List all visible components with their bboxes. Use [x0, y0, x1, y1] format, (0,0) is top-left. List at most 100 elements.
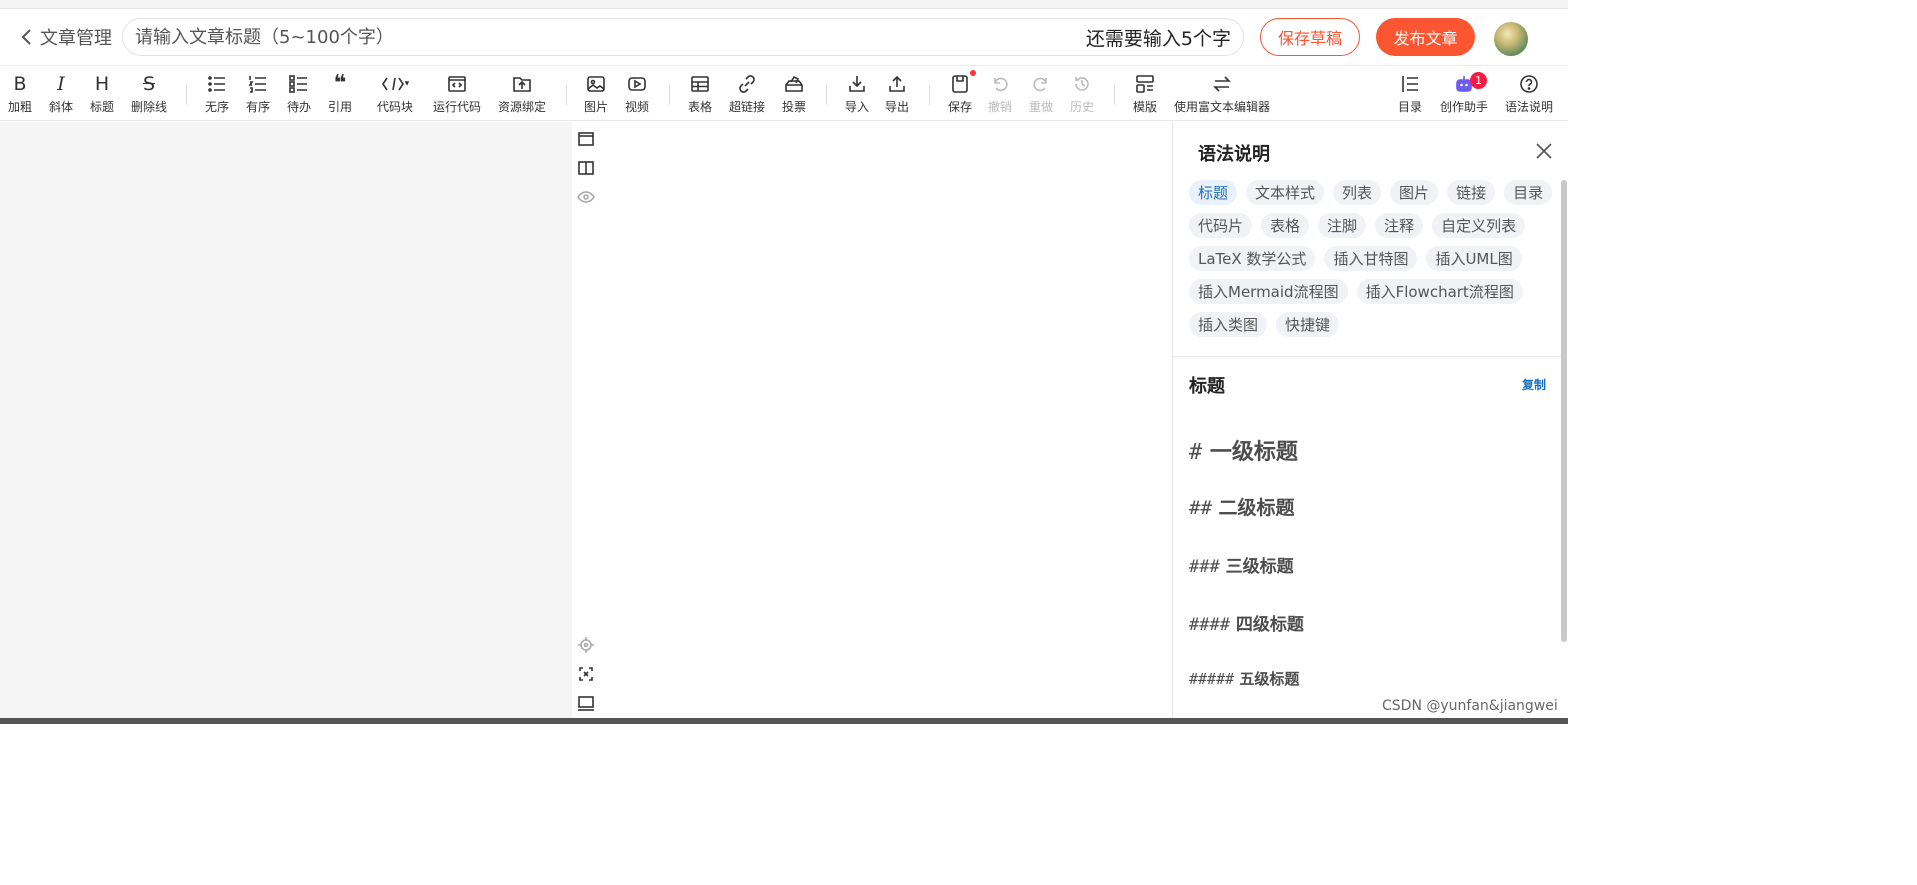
- run-code-icon: [448, 76, 466, 92]
- toolbar-run-code-button[interactable]: 运行代码: [427, 72, 487, 115]
- save-label: 保存: [947, 100, 972, 114]
- preview-toggle-button[interactable]: [576, 187, 596, 207]
- toolbar-history-button[interactable]: 历史: [1052, 72, 1112, 115]
- heading-text: 五级标题: [1239, 670, 1300, 688]
- heading-text: 一级标题: [1209, 440, 1298, 465]
- heading-example-h5: ##### 五级标题: [1189, 668, 1299, 689]
- vote-icon: [785, 75, 803, 92]
- desktop-view-button[interactable]: [576, 693, 596, 713]
- article-title-input[interactable]: [135, 26, 1086, 48]
- syntax-tag[interactable]: 列表: [1333, 180, 1382, 205]
- syntax-help-panel: 语法说明 标题 文本样式 列表 图片 链接 目录 代码片 表格 注脚 注释 自定…: [1172, 122, 1568, 718]
- heading-hash: #: [1189, 440, 1203, 465]
- toolbar-assistant-button[interactable]: 1 创作助手: [1434, 72, 1494, 115]
- syntax-tag[interactable]: 标题: [1189, 180, 1238, 205]
- syntax-tag[interactable]: 链接: [1447, 180, 1496, 205]
- video-icon: [628, 77, 646, 91]
- chevron-left-icon: [21, 29, 31, 45]
- redo-icon: [1033, 77, 1047, 92]
- syntax-tag[interactable]: 代码片: [1189, 213, 1253, 238]
- image-label: 图片: [583, 100, 608, 114]
- toolbar-quote-button[interactable]: ❝ 引用: [310, 72, 370, 115]
- back-label: 文章管理: [40, 28, 112, 49]
- syntax-tag[interactable]: 文本样式: [1246, 180, 1325, 205]
- sync-scroll-button[interactable]: [576, 635, 596, 655]
- help-icon: [1520, 75, 1538, 93]
- section-title: 标题: [1189, 376, 1225, 397]
- heading-label: 标题: [89, 100, 114, 114]
- fullscreen-icon: [579, 667, 593, 681]
- save-draft-button[interactable]: 保存草稿: [1260, 18, 1360, 56]
- browser-top-strip: [0, 0, 1568, 9]
- redo-label: 重做: [1028, 100, 1053, 114]
- back-to-article-management[interactable]: 文章管理: [20, 24, 112, 50]
- toolbar-codeblock-button[interactable]: 代码块: [365, 72, 425, 115]
- syntax-tag-list: 标题 文本样式 列表 图片 链接 目录 代码片 表格 注脚 注释 自定义列表 L…: [1189, 180, 1559, 337]
- export-label: 导出: [884, 100, 909, 114]
- eye-icon: [577, 191, 595, 203]
- watermark: CSDN @yunfan&jiangwei: [1382, 698, 1558, 714]
- syntax-tag[interactable]: 注脚: [1318, 213, 1367, 238]
- heading-hash: ##: [1189, 497, 1212, 519]
- panel-divider: [1173, 356, 1563, 357]
- toolbar-vote-button[interactable]: 投票: [764, 72, 824, 115]
- table-label: 表格: [687, 100, 712, 114]
- quote-label: 引用: [327, 100, 352, 114]
- import-label: 导入: [844, 100, 869, 114]
- table-icon: [691, 76, 709, 92]
- preview-area: [572, 122, 1172, 718]
- article-title-field[interactable]: 还需要输入5个字: [122, 18, 1244, 56]
- toolbar-video-button[interactable]: 视频: [607, 72, 667, 115]
- toolbar-syntax-help-button[interactable]: 语法说明: [1499, 72, 1559, 115]
- toolbar-richtext-editor-button[interactable]: 使用富文本编辑器: [1167, 72, 1277, 115]
- syntax-tag[interactable]: 插入UML图: [1426, 246, 1522, 271]
- syntax-tag[interactable]: 表格: [1261, 213, 1310, 238]
- heading-text: 二级标题: [1218, 497, 1295, 519]
- publish-article-button[interactable]: 发布文章: [1376, 18, 1475, 56]
- toolbar-toc-button[interactable]: 目录: [1380, 72, 1440, 115]
- toc-icon: [1402, 76, 1418, 92]
- syntax-tag[interactable]: 插入类图: [1189, 312, 1268, 337]
- layout-split-button[interactable]: [576, 158, 596, 178]
- template-label: 模版: [1132, 100, 1157, 114]
- upload-icon: [889, 75, 905, 92]
- heading-hash: ####: [1189, 615, 1230, 635]
- heading-icon: H: [94, 73, 110, 95]
- syntax-tag[interactable]: 图片: [1390, 180, 1439, 205]
- syntax-tag[interactable]: 注释: [1375, 213, 1424, 238]
- syntax-tag[interactable]: 插入Mermaid流程图: [1189, 279, 1348, 304]
- syntax-tag[interactable]: 快捷键: [1276, 312, 1340, 337]
- syntax-tag[interactable]: 插入甘特图: [1324, 246, 1418, 271]
- todo-label: 待办: [286, 100, 311, 114]
- quote-icon: ❝: [333, 71, 347, 96]
- avatar[interactable]: [1494, 22, 1528, 56]
- heading-text: 三级标题: [1225, 557, 1294, 577]
- syntax-tag[interactable]: LaTeX 数学公式: [1189, 246, 1316, 271]
- markdown-input-area[interactable]: [0, 122, 572, 718]
- bold-label: 加粗: [7, 100, 32, 114]
- close-panel-button[interactable]: [1535, 142, 1555, 162]
- toolbar-resource-bind-button[interactable]: 资源绑定: [492, 72, 552, 115]
- template-icon: [1136, 75, 1154, 93]
- panel-scrollbar[interactable]: [1561, 180, 1567, 642]
- strikethrough-icon: S: [142, 73, 156, 95]
- code-icon: [382, 77, 409, 91]
- assistant-label: 创作助手: [1439, 100, 1488, 114]
- assistant-badge: 1: [1470, 72, 1487, 89]
- download-icon: [849, 76, 865, 92]
- toolbar-export-button[interactable]: 导出: [867, 72, 927, 115]
- syntax-tag[interactable]: 自定义列表: [1432, 213, 1526, 238]
- syntax-tag[interactable]: 目录: [1504, 180, 1553, 205]
- save-icon: [952, 75, 968, 93]
- copy-button[interactable]: 复制: [1522, 376, 1546, 393]
- hyperlink-label: 超链接: [728, 100, 765, 114]
- run-code-label: 运行代码: [432, 100, 481, 114]
- toolbar-template-button[interactable]: 模版: [1115, 72, 1175, 115]
- syntax-tag[interactable]: 插入Flowchart流程图: [1356, 279, 1523, 304]
- richtext-editor-label: 使用富文本编辑器: [1173, 100, 1270, 114]
- history-label: 历史: [1069, 100, 1094, 114]
- layout-editor-only-button[interactable]: [576, 129, 596, 149]
- checklist-icon: [289, 75, 307, 93]
- fullscreen-button[interactable]: [576, 664, 596, 684]
- toolbar-strikethrough-button[interactable]: S 删除线: [119, 72, 179, 115]
